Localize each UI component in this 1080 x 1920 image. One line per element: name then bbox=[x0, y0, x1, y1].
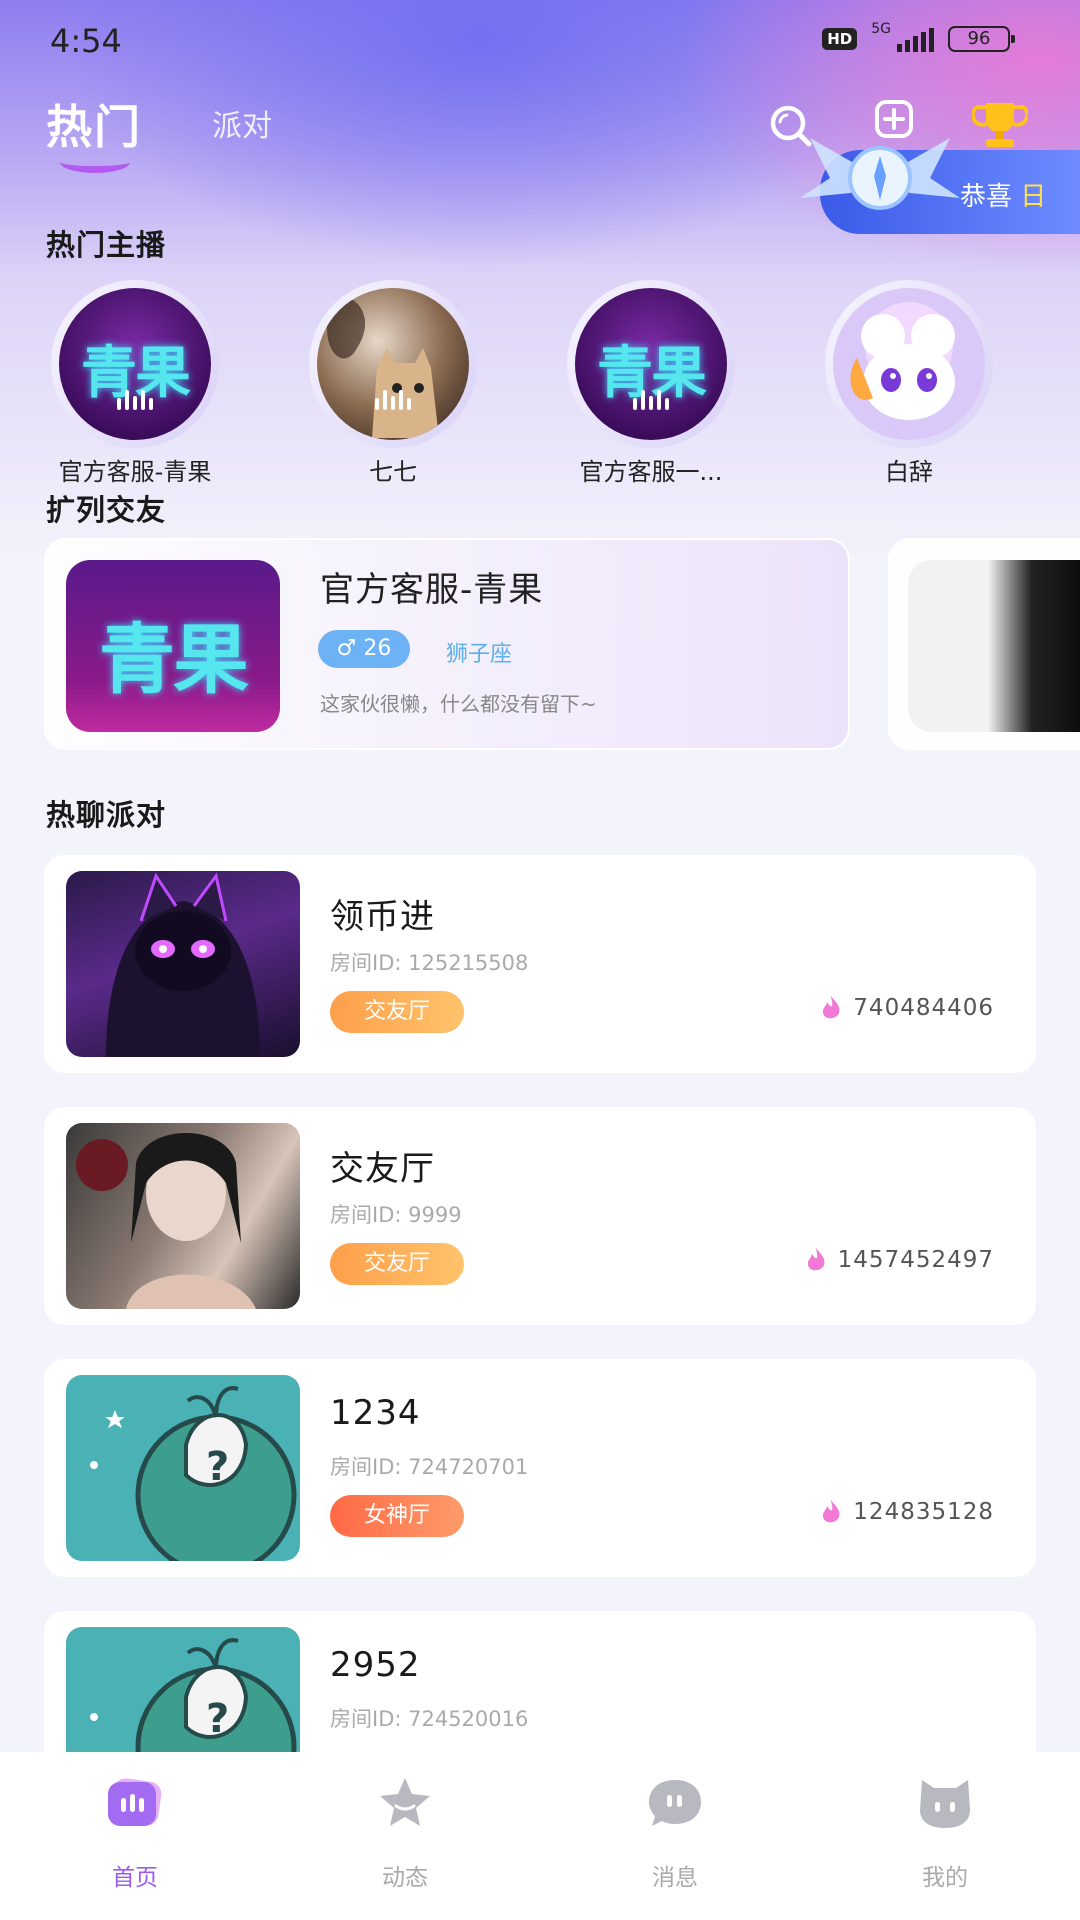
voice-wave-icon bbox=[891, 390, 927, 410]
heat-value: 124835128 bbox=[853, 1499, 994, 1525]
tab-label: 消息 bbox=[652, 1865, 698, 1891]
heat-value: 740484406 bbox=[853, 995, 994, 1021]
room-name: 领币进 bbox=[330, 897, 435, 937]
trophy-icon[interactable] bbox=[972, 99, 1028, 151]
tab-profile[interactable]: 我的 bbox=[865, 1774, 1025, 1892]
anchor-name: 官方客服一... bbox=[579, 458, 723, 486]
room-heat: 1457452497 bbox=[804, 1247, 994, 1273]
room-tag: 交友厅 bbox=[330, 1243, 464, 1285]
tab-hot[interactable]: 热门 bbox=[46, 91, 142, 157]
room-cover bbox=[66, 1123, 300, 1309]
anchor-item[interactable]: 青果 官方客服一... bbox=[531, 280, 771, 487]
network-type: 5G bbox=[871, 21, 891, 37]
room-cover bbox=[66, 871, 300, 1057]
qingguo-logo: 青果 bbox=[66, 560, 280, 732]
friend-name: 官方客服-青果 bbox=[320, 570, 544, 610]
friend-card-next[interactable] bbox=[888, 538, 1080, 750]
section-title-hot-party: 热聊派对 bbox=[46, 798, 167, 832]
room-heat: 124835128 bbox=[819, 1499, 994, 1525]
qingguo-logo: 青果 bbox=[59, 288, 211, 440]
chat-icon bbox=[649, 1780, 701, 1826]
hd-icon: HD bbox=[822, 28, 858, 50]
anchor-item[interactable]: 七七 bbox=[273, 280, 513, 487]
svg-text:?: ? bbox=[206, 1696, 229, 1742]
friend-cards-carousel: 青果 官方客服-青果 ♂ 26 狮子座 这家伙很懒，什么都没有留下~ bbox=[0, 538, 1080, 758]
status-time: 4:54 bbox=[50, 22, 122, 60]
room-id: 房间ID: 724720701 bbox=[330, 1455, 529, 1479]
avatar-ring: 青果 bbox=[567, 280, 735, 448]
tab-label: 首页 bbox=[112, 1865, 158, 1891]
avatar bbox=[833, 288, 985, 440]
room-name: 交友厅 bbox=[330, 1149, 435, 1189]
star-icon bbox=[380, 1778, 430, 1826]
voice-wave-icon bbox=[633, 390, 669, 410]
wings-badge-icon bbox=[800, 138, 960, 210]
section-title-hot-anchors: 热门主播 bbox=[46, 228, 167, 262]
avatar: 青果 bbox=[575, 288, 727, 440]
room-name: 2952 bbox=[330, 1645, 421, 1685]
avatar-ring: 青果 bbox=[51, 280, 219, 448]
friend-card[interactable]: 青果 官方客服-青果 ♂ 26 狮子座 这家伙很懒，什么都没有留下~ bbox=[44, 538, 850, 750]
anchor-name: 官方客服-青果 bbox=[58, 458, 212, 486]
friend-bio: 这家伙很懒，什么都没有留下~ bbox=[320, 692, 597, 716]
friend-avatar bbox=[908, 560, 1080, 732]
room-id: 房间ID: 9999 bbox=[330, 1203, 462, 1227]
hooded-cat-image bbox=[106, 872, 260, 1057]
tab-home[interactable]: 首页 bbox=[55, 1774, 215, 1892]
tab-hot-indicator bbox=[60, 151, 130, 173]
tab-label: 动态 bbox=[382, 1865, 428, 1891]
status-bar: 4:54 HD 5G 96 bbox=[0, 0, 1080, 80]
profile-icon bbox=[920, 1780, 970, 1828]
anchor-item[interactable]: 白辞 bbox=[789, 280, 1029, 487]
hot-anchors-list: 青果 官方客服-青果 七七 青果 官方客服一... 白辞 bbox=[0, 280, 1080, 486]
flame-icon bbox=[823, 1500, 840, 1523]
avatar bbox=[317, 288, 469, 440]
room-card[interactable]: ? 1234 房间ID: 724720701 女神厅 124835128 bbox=[44, 1359, 1036, 1577]
room-id: 房间ID: 125215508 bbox=[330, 951, 529, 975]
bottom-tab-bar: 首页 动态 消息 我的 bbox=[0, 1752, 1080, 1920]
heat-value: 1457452497 bbox=[837, 1247, 994, 1273]
svg-text:?: ? bbox=[206, 1444, 229, 1490]
status-icons: HD 5G 96 bbox=[822, 21, 1015, 52]
battery-icon: 96 bbox=[948, 26, 1015, 52]
anchor-name: 七七 bbox=[369, 458, 417, 486]
room-cover: ? bbox=[66, 1375, 300, 1561]
avatar-ring bbox=[825, 280, 993, 448]
voice-wave-icon bbox=[117, 390, 153, 410]
tab-party[interactable]: 派对 bbox=[212, 101, 272, 145]
avatar: 青果 bbox=[59, 288, 211, 440]
signal-icon bbox=[897, 26, 934, 52]
room-name: 1234 bbox=[330, 1393, 421, 1433]
room-tag: 女神厅 bbox=[330, 1495, 464, 1537]
qingguo-logo: 青果 bbox=[575, 288, 727, 440]
home-icon bbox=[108, 1778, 162, 1826]
anchor-name: 白辞 bbox=[885, 458, 933, 486]
section-title-make-friends: 扩列交友 bbox=[46, 493, 167, 527]
gender-age-badge: ♂ 26 bbox=[318, 630, 410, 668]
room-card[interactable]: 领币进 房间ID: 125215508 交友厅 740484406 bbox=[44, 855, 1036, 1073]
male-icon: ♂ bbox=[336, 636, 357, 661]
room-tag: 交友厅 bbox=[330, 991, 464, 1033]
flame-icon bbox=[823, 996, 840, 1019]
age: 26 bbox=[363, 636, 392, 661]
tab-messages[interactable]: 消息 bbox=[595, 1774, 755, 1892]
room-id: 房间ID: 724520016 bbox=[330, 1707, 529, 1731]
girl-portrait-image bbox=[76, 1133, 256, 1309]
anchor-item[interactable]: 青果 官方客服-青果 bbox=[15, 280, 255, 487]
friend-avatar: 青果 bbox=[66, 560, 280, 732]
flame-icon bbox=[807, 1248, 825, 1271]
tab-label: 我的 bbox=[922, 1865, 968, 1891]
zodiac-label: 狮子座 bbox=[446, 642, 513, 667]
banner-highlight: 日 bbox=[1020, 182, 1047, 212]
cartoon-pet-avatar bbox=[850, 302, 955, 420]
tab-moments[interactable]: 动态 bbox=[325, 1774, 485, 1892]
room-card[interactable]: 交友厅 房间ID: 9999 交友厅 1457452497 bbox=[44, 1107, 1036, 1325]
voice-wave-icon bbox=[375, 390, 411, 410]
avatar-ring bbox=[309, 280, 477, 448]
mascot-placeholder-image: ? bbox=[90, 1386, 297, 1561]
room-heat: 740484406 bbox=[819, 995, 994, 1021]
cat-photo bbox=[327, 296, 439, 438]
